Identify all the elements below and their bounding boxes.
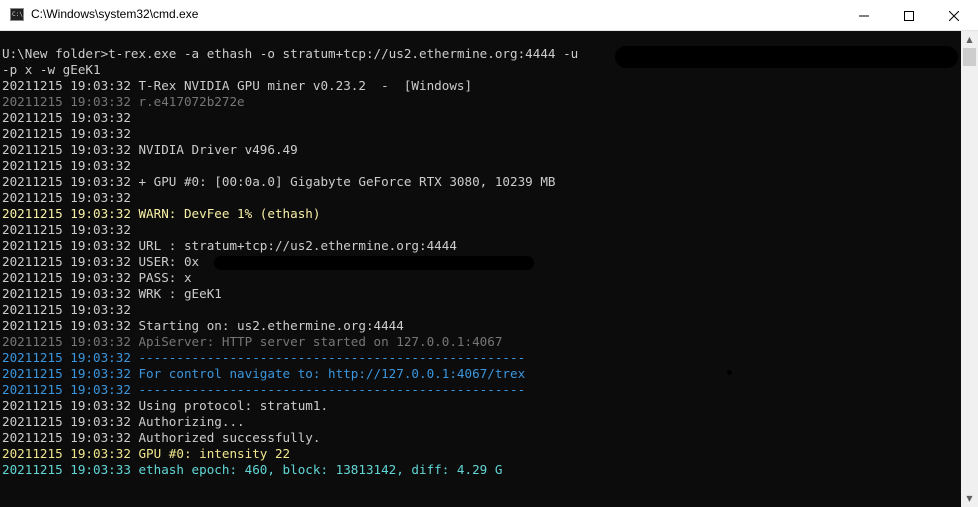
terminal-line: 20211215 19:03:32 PASS: x — [2, 270, 192, 285]
terminal-line: 20211215 19:03:32 ----------------------… — [2, 350, 526, 365]
window-title: C:\Windows\system32\cmd.exe — [31, 7, 199, 21]
terminal-line: 20211215 19:03:32 — [2, 126, 131, 141]
cmd-icon: C:\_ — [10, 8, 24, 21]
terminal-line: 20211215 19:03:32 Using protocol: stratu… — [2, 398, 329, 413]
maximize-button[interactable] — [886, 0, 932, 30]
terminal-line: 20211215 19:03:32 — [2, 302, 131, 317]
terminal-line: 20211215 19:03:32 + GPU #0: [00:0a.0] Gi… — [2, 174, 556, 189]
terminal-line: -p x -w gEeK1 — [2, 62, 101, 77]
terminal-line: 20211215 19:03:32 Authorizing... — [2, 414, 245, 429]
redacted-user-address — [214, 256, 534, 270]
terminal-line: 20211215 19:03:32 Authorized successfull… — [2, 430, 321, 445]
terminal-line: 20211215 19:03:32 — [2, 158, 131, 173]
close-button[interactable] — [931, 0, 977, 30]
terminal-line: U:\New folder>t-rex.exe -a ethash -o str… — [2, 46, 579, 61]
mouse-cursor-dot — [727, 370, 732, 375]
terminal-line: 20211215 19:03:32 NVIDIA Driver v496.49 — [2, 142, 298, 157]
minimize-button[interactable] — [841, 0, 887, 30]
terminal-line: 20211215 19:03:32 T-Rex NVIDIA GPU miner… — [2, 78, 473, 93]
terminal-output[interactable]: U:\New folder>t-rex.exe -a ethash -o str… — [0, 31, 961, 507]
terminal-line: 20211215 19:03:32 URL : stratum+tcp://us… — [2, 238, 457, 253]
minimize-icon — [859, 15, 869, 16]
redacted-wallet-address — [615, 46, 958, 68]
title-bar[interactable]: C:\_ C:\Windows\system32\cmd.exe — [0, 0, 978, 31]
vertical-scrollbar[interactable]: ▲ ▼ — [961, 31, 978, 507]
scroll-down-icon[interactable]: ▼ — [961, 490, 978, 507]
maximize-icon — [904, 10, 914, 21]
terminal-line: 20211215 19:03:32 ApiServer: HTTP server… — [2, 334, 503, 349]
terminal-line: 20211215 19:03:32 Starting on: us2.ether… — [2, 318, 404, 333]
close-icon — [948, 10, 960, 21]
terminal-line: 20211215 19:03:32 r.e417072b272e — [2, 94, 245, 109]
scrollbar-thumb[interactable] — [963, 48, 976, 66]
terminal-line: 20211215 19:03:32 — [2, 110, 131, 125]
scroll-up-icon[interactable]: ▲ — [961, 31, 978, 48]
terminal-line: 20211215 19:03:32 WARN: DevFee 1% (ethas… — [2, 206, 321, 221]
terminal-line: 20211215 19:03:33 ethash epoch: 460, blo… — [2, 462, 503, 477]
terminal-line: 20211215 19:03:32 ----------------------… — [2, 382, 526, 397]
terminal-line: 20211215 19:03:32 USER: 0x — [2, 254, 200, 269]
terminal-line: 20211215 19:03:32 For control navigate t… — [2, 366, 526, 381]
terminal-line: 20211215 19:03:32 WRK : gEeK1 — [2, 286, 222, 301]
terminal-line: 20211215 19:03:32 GPU #0: intensity 22 — [2, 446, 291, 461]
terminal-line: 20211215 19:03:32 — [2, 190, 131, 205]
terminal-line: 20211215 19:03:32 — [2, 222, 131, 237]
